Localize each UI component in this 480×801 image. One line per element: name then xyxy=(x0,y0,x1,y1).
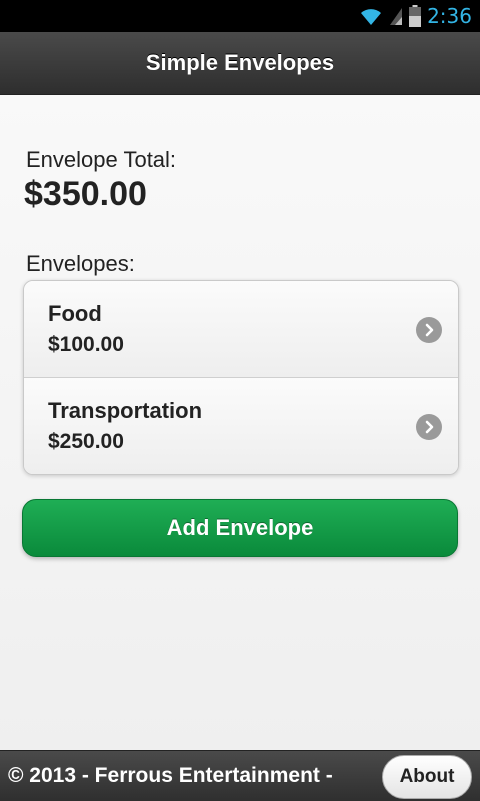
main-content: Envelope Total: $350.00 Envelopes: Food … xyxy=(0,95,480,750)
envelope-amount: $100.00 xyxy=(48,333,124,356)
page-title: Simple Envelopes xyxy=(145,50,335,75)
chevron-right-icon xyxy=(416,414,442,440)
status-bar: 2:36 xyxy=(0,0,480,32)
envelopes-label: Envelopes: xyxy=(26,251,135,276)
envelope-name: Food xyxy=(48,301,102,326)
envelope-item-food[interactable]: Food $100.00 xyxy=(24,281,458,377)
add-envelope-button[interactable]: Add Envelope xyxy=(22,499,458,557)
battery-icon xyxy=(409,5,422,27)
about-button[interactable]: About xyxy=(382,755,472,799)
signal-icon xyxy=(390,8,403,25)
app-header: Simple Envelopes xyxy=(0,32,480,95)
envelope-amount: $250.00 xyxy=(48,430,124,453)
envelope-name: Transportation xyxy=(48,398,203,423)
footer: © 2013 - Ferrous Entertainment - About xyxy=(0,750,480,801)
envelope-list: Food $100.00 Transportation $250.00 xyxy=(23,280,459,475)
status-icons: 2:36 xyxy=(359,0,472,32)
status-time: 2:36 xyxy=(427,4,472,28)
envelope-total-label: Envelope Total: xyxy=(26,147,177,172)
chevron-right-icon xyxy=(416,317,442,343)
footer-copyright: © 2013 - Ferrous Entertainment - xyxy=(8,764,333,787)
envelope-total-value: $350.00 xyxy=(24,175,147,213)
envelope-item-transportation[interactable]: Transportation $250.00 xyxy=(24,377,458,474)
wifi-icon xyxy=(361,9,382,25)
